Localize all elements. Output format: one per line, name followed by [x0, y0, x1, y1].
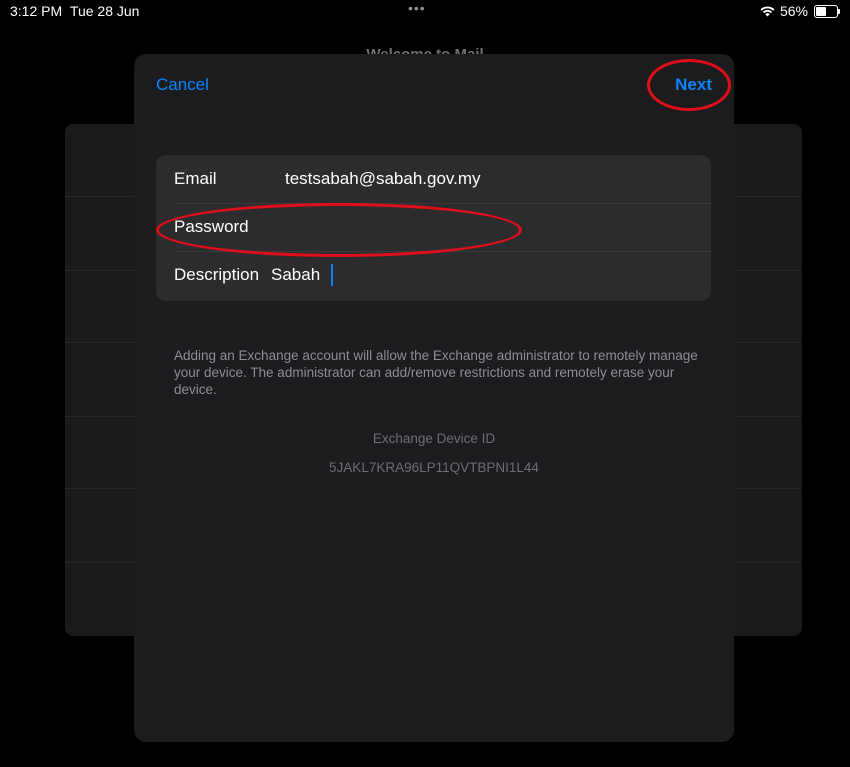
wifi-icon: [760, 6, 775, 17]
device-id-label: Exchange Device ID: [372, 431, 496, 446]
status-indicators: 56%: [759, 3, 840, 19]
device-id-value: 5JAKL7KRA96LP11QVTBPNI1L44: [329, 460, 539, 475]
battery-fill: [816, 6, 826, 16]
email-label: Email: [174, 169, 217, 188]
status-bar: 3:12 PM Tue 28 Jun ••• 56%: [0, 0, 850, 24]
email-field[interactable]: [285, 169, 665, 189]
text-cursor: [331, 264, 333, 286]
password-row[interactable]: Password: [156, 203, 711, 251]
battery-icon: [814, 4, 840, 18]
status-time: 3:12 PM: [10, 3, 63, 19]
battery-percent: 56%: [779, 3, 808, 19]
status-date: Tue 28 Jun: [69, 3, 140, 19]
password-field[interactable]: [285, 217, 665, 237]
email-row[interactable]: Email: [156, 155, 711, 203]
exchange-account-sheet: Cancel Next Email Password Description A…: [134, 54, 734, 742]
description-row[interactable]: Description: [156, 251, 711, 299]
description-label: Description: [174, 265, 260, 284]
exchange-notice: Adding an Exchange account will allow th…: [174, 348, 698, 397]
status-time-date: 3:12 PM Tue 28 Jun: [10, 3, 139, 19]
multitasking-dots[interactable]: •••: [408, 0, 426, 16]
description-input-wrap[interactable]: [269, 264, 333, 286]
account-form: Email Password Description: [156, 155, 711, 301]
password-label: Password: [174, 217, 249, 236]
description-field[interactable]: [271, 265, 331, 285]
next-button[interactable]: Next: [675, 75, 712, 95]
cancel-button[interactable]: Cancel: [156, 75, 209, 95]
